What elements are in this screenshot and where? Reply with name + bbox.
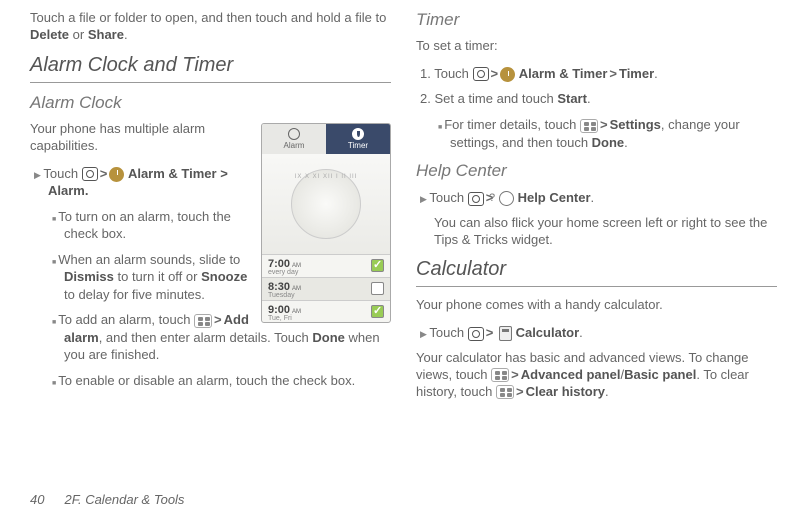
t: . xyxy=(579,325,583,340)
t: Alarm xyxy=(284,141,305,150)
heading-timer: Timer xyxy=(416,10,777,30)
help-icon xyxy=(499,191,514,206)
section-label: 2F. Calendar & Tools xyxy=(64,492,184,507)
alarm-list: 7:00AMevery day 8:30AMTuesday 9:00AMTue,… xyxy=(262,254,390,323)
t: Touch xyxy=(429,190,467,205)
t: 2. xyxy=(420,91,431,106)
bullet: For timer details, touch >Settings, chan… xyxy=(450,116,777,151)
clear-history-label: Clear history xyxy=(526,384,605,399)
advanced-panel-label: Advanced panel xyxy=(521,367,621,382)
timer-intro: To set a timer: xyxy=(416,38,777,55)
checkbox-icon xyxy=(371,305,384,318)
t: . xyxy=(605,384,609,399)
heading-alarm-timer: Alarm Clock and Timer xyxy=(30,54,391,77)
alarm-row: 8:30AMTuesday xyxy=(262,277,390,300)
launcher-icon xyxy=(82,167,98,181)
t: When an alarm sounds, slide to xyxy=(58,252,240,267)
phone-body: Alarm Timer 7:00AMevery day 8:30AMTuesda… xyxy=(261,123,391,323)
basic-panel-label: Basic panel xyxy=(624,367,696,382)
t: Touch xyxy=(43,166,81,181)
menu-icon xyxy=(496,385,514,399)
heading-calculator: Calculator xyxy=(416,258,777,281)
t: . xyxy=(654,66,658,81)
gt-icon: > xyxy=(609,66,617,81)
menu-icon xyxy=(491,368,509,382)
snooze-label: Snooze xyxy=(201,269,247,284)
t: every day xyxy=(268,269,371,276)
t: Touch xyxy=(431,66,473,81)
t: . xyxy=(624,135,628,150)
gt-icon: > xyxy=(511,367,519,382)
t: To add an alarm, touch xyxy=(58,312,194,327)
nav-step: Touch > Help Center. xyxy=(434,189,777,207)
calculator-label: Calculator xyxy=(516,325,580,340)
alarm-row: 9:00AMTue, Fri xyxy=(262,300,390,323)
clock-icon xyxy=(109,167,124,182)
calculator-icon xyxy=(499,326,512,341)
t: . xyxy=(124,27,128,42)
t: to delay for five minutes. xyxy=(64,287,205,302)
page-footer: 40 2F. Calendar & Tools xyxy=(30,492,184,507)
t: to turn it off or xyxy=(114,269,201,284)
help-center-label: Help Center xyxy=(518,190,591,205)
t: or xyxy=(69,27,88,42)
step-2: 2. Set a time and touch Start. xyxy=(434,90,777,108)
t: Timer xyxy=(348,141,368,150)
calc-views: Your calculator has basic and advanced v… xyxy=(416,350,777,401)
rule xyxy=(30,82,391,83)
t: 1. xyxy=(420,66,431,81)
share-label: Share xyxy=(88,27,124,42)
t: . xyxy=(591,190,595,205)
done-label: Done xyxy=(592,135,625,150)
gt-icon: > xyxy=(100,166,108,181)
done-label: Done xyxy=(312,330,345,345)
page-number: 40 xyxy=(30,492,44,507)
checkbox-icon xyxy=(371,259,384,272)
phone-figure: Alarm Timer 7:00AMevery day 8:30AMTuesda… xyxy=(261,123,391,328)
menu-icon xyxy=(194,314,212,328)
gt-icon: > xyxy=(491,66,499,81)
t: AM xyxy=(292,309,301,315)
launcher-icon xyxy=(468,192,484,206)
phone-tab-timer: Timer xyxy=(326,124,390,154)
gt-icon: > xyxy=(486,325,494,340)
t: Set a time and touch xyxy=(431,91,557,106)
clockface-area xyxy=(262,154,390,254)
clockface xyxy=(291,169,361,239)
checkbox-icon xyxy=(371,282,384,295)
timer-tab-icon xyxy=(352,128,364,140)
calc-desc: Your phone comes with a handy calculator… xyxy=(416,297,777,314)
t: Touch a file or folder to open, and then… xyxy=(30,10,386,25)
t: Tue, Fri xyxy=(268,315,371,322)
t: Tuesday xyxy=(268,292,371,299)
t: , and then enter alarm details. Touch xyxy=(99,330,313,345)
phone-tab-alarm: Alarm xyxy=(262,124,326,154)
dismiss-label: Dismiss xyxy=(64,269,114,284)
nav-step: Touch > Calculator. xyxy=(434,324,777,342)
rule xyxy=(416,286,777,287)
clock-icon xyxy=(500,67,515,82)
alarm-timer-label: Alarm & Timer xyxy=(519,66,608,81)
launcher-icon xyxy=(473,67,489,81)
delete-label: Delete xyxy=(30,27,69,42)
bullet: To enable or disable an alarm, touch the… xyxy=(64,372,391,390)
launcher-icon xyxy=(468,327,484,341)
start-label: Start xyxy=(557,91,587,106)
menu-icon xyxy=(580,119,598,133)
gt-icon: > xyxy=(516,384,524,399)
alarm-row: 7:00AMevery day xyxy=(262,254,390,277)
heading-help-center: Help Center xyxy=(416,161,777,181)
gt-icon: > xyxy=(600,117,608,132)
t: . xyxy=(587,91,591,106)
heading-alarm-clock: Alarm Clock xyxy=(30,93,391,113)
settings-label: Settings xyxy=(610,117,661,132)
gt-icon: > xyxy=(214,312,222,327)
help-desc: You can also flick your home screen left… xyxy=(434,215,777,249)
intro-para: Touch a file or folder to open, and then… xyxy=(30,10,391,44)
t: For timer details, touch xyxy=(444,117,580,132)
step-1: 1. Touch > Alarm & Timer>Timer. xyxy=(434,65,777,83)
timer-label: Timer xyxy=(619,66,654,81)
t: Touch xyxy=(429,325,467,340)
alarm-tab-icon xyxy=(288,128,300,140)
